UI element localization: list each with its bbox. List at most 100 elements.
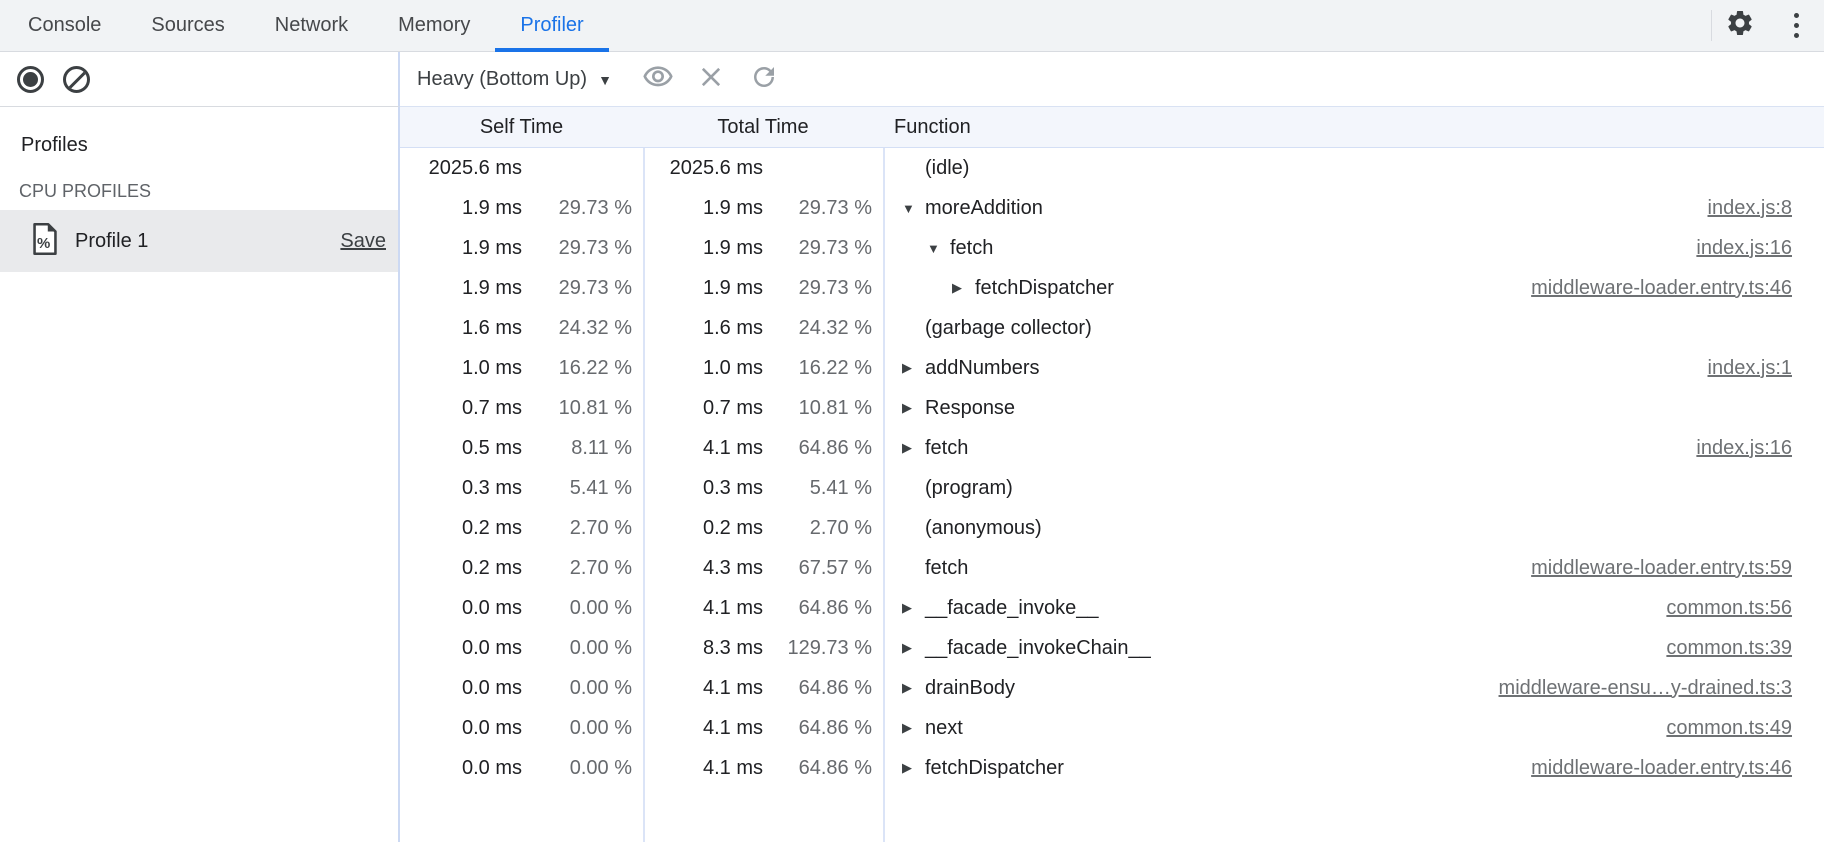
reload-button[interactable] <box>738 57 791 101</box>
total-ms: 1.0 ms <box>643 357 763 380</box>
total-time-cell: 4.1 ms 64.86 % <box>643 437 883 460</box>
table-row[interactable]: 1.0 ms 16.22 % 1.0 ms 16.22 % ▶ addNumbe… <box>400 348 1824 388</box>
tree-toggle-icon[interactable]: ▶ <box>902 680 925 696</box>
total-time-cell: 4.3 ms 67.57 % <box>643 557 883 580</box>
self-ms: 0.3 ms <box>400 477 522 500</box>
source-link[interactable]: common.ts:56 <box>1646 597 1792 620</box>
source-link[interactable]: common.ts:49 <box>1646 717 1792 740</box>
total-pct: 64.86 % <box>763 677 883 700</box>
function-name: Response <box>925 397 1015 420</box>
source-link[interactable]: index.js:1 <box>1688 357 1793 380</box>
tree-toggle-icon[interactable]: ▼ <box>927 241 950 256</box>
self-ms: 0.5 ms <box>400 437 522 460</box>
total-pct: 10.81 % <box>763 397 883 420</box>
tree-toggle-icon[interactable]: ▶ <box>952 280 975 296</box>
profiler-toolbar-right: Heavy (Bottom Up) ▼ <box>400 52 1824 107</box>
header-total-time[interactable]: Total Time <box>643 116 883 139</box>
sidebar-item-profile-1[interactable]: % Profile 1 Save <box>0 210 398 272</box>
source-link[interactable]: common.ts:39 <box>1646 637 1792 660</box>
table-row[interactable]: 0.0 ms 0.00 % 4.1 ms 64.86 % ▶ drainBody… <box>400 668 1824 708</box>
tree-toggle-icon[interactable]: ▶ <box>902 640 925 656</box>
delete-profile-button[interactable] <box>685 57 738 101</box>
total-ms: 0.2 ms <box>643 517 763 540</box>
header-self-time[interactable]: Self Time <box>400 116 643 139</box>
self-time-cell: 0.0 ms 0.00 % <box>400 677 643 700</box>
source-link[interactable]: index.js:16 <box>1676 437 1792 460</box>
tab-label: Memory <box>398 14 470 37</box>
tab-profiler[interactable]: Profiler <box>495 0 608 51</box>
self-pct: 10.81 % <box>522 397 643 420</box>
record-icon <box>17 66 44 93</box>
function-cell: fetch middleware-loader.entry.ts:59 <box>883 548 1824 588</box>
function-cell: ▶ Response <box>883 388 1824 428</box>
table-row[interactable]: 0.0 ms 0.00 % 4.1 ms 64.86 % ▶ fetchDisp… <box>400 748 1824 788</box>
tree-toggle-icon[interactable]: ▶ <box>902 720 925 736</box>
source-link[interactable]: middleware-ensu…y-drained.ts:3 <box>1479 677 1792 700</box>
table-row[interactable]: 1.9 ms 29.73 % 1.9 ms 29.73 % ▼ fetch in… <box>400 228 1824 268</box>
table-row[interactable]: 0.7 ms 10.81 % 0.7 ms 10.81 % ▶ Response <box>400 388 1824 428</box>
more-options-button[interactable] <box>1768 0 1824 51</box>
tab-memory[interactable]: Memory <box>373 0 495 51</box>
table-row[interactable]: 0.2 ms 2.70 % 0.2 ms 2.70 % (anonymous) <box>400 508 1824 548</box>
self-pct: 24.32 % <box>522 317 643 340</box>
profile-data-grid: Self Time Total Time Function 2025.6 ms … <box>400 107 1824 842</box>
total-time-cell: 1.9 ms 29.73 % <box>643 277 883 300</box>
self-ms: 1.9 ms <box>400 277 522 300</box>
total-time-cell: 4.1 ms 64.86 % <box>643 717 883 740</box>
self-pct: 29.73 % <box>522 197 643 220</box>
total-ms: 1.6 ms <box>643 317 763 340</box>
source-link[interactable]: middleware-loader.entry.ts:46 <box>1511 277 1792 300</box>
total-pct: 64.86 % <box>763 437 883 460</box>
source-link[interactable]: index.js:8 <box>1688 197 1793 220</box>
tree-toggle-icon[interactable]: ▶ <box>902 600 925 616</box>
table-row[interactable]: 0.0 ms 0.00 % 4.1 ms 64.86 % ▶ __facade_… <box>400 588 1824 628</box>
save-profile-link[interactable]: Save <box>340 230 386 253</box>
total-pct: 64.86 % <box>763 757 883 780</box>
tree-toggle-icon[interactable]: ▶ <box>902 400 925 416</box>
total-time-cell: 8.3 ms 129.73 % <box>643 637 883 660</box>
header-function[interactable]: Function <box>883 116 1824 139</box>
tree-toggle-icon[interactable]: ▶ <box>902 360 925 376</box>
clear-profiles-button[interactable] <box>63 66 90 93</box>
tab-sources[interactable]: Sources <box>126 0 249 51</box>
function-name: drainBody <box>925 677 1015 700</box>
source-link[interactable]: middleware-loader.entry.ts:59 <box>1511 557 1792 580</box>
settings-button[interactable] <box>1712 0 1768 51</box>
total-pct: 129.73 % <box>763 637 883 660</box>
record-button[interactable] <box>17 66 44 93</box>
function-name: (program) <box>925 477 1013 500</box>
view-mode-dropdown[interactable]: Heavy (Bottom Up) ▼ <box>417 68 612 91</box>
self-time-cell: 0.0 ms 0.00 % <box>400 717 643 740</box>
table-row[interactable]: 0.0 ms 0.00 % 8.3 ms 129.73 % ▶ __facade… <box>400 628 1824 668</box>
self-pct: 29.73 % <box>522 277 643 300</box>
table-row[interactable]: 2025.6 ms 2025.6 ms (idle) <box>400 148 1824 188</box>
table-row[interactable]: 0.0 ms 0.00 % 4.1 ms 64.86 % ▶ next comm… <box>400 708 1824 748</box>
eye-icon <box>642 61 674 98</box>
table-row[interactable]: 1.9 ms 29.73 % 1.9 ms 29.73 % ▼ moreAddi… <box>400 188 1824 228</box>
table-row[interactable]: 0.2 ms 2.70 % 4.3 ms 67.57 % fetch middl… <box>400 548 1824 588</box>
function-cell: ▶ fetchDispatcher middleware-loader.entr… <box>883 748 1824 788</box>
tree-toggle-icon[interactable]: ▶ <box>902 760 925 776</box>
table-row[interactable]: 0.3 ms 5.41 % 0.3 ms 5.41 % (program) <box>400 468 1824 508</box>
focus-preview-button[interactable] <box>632 57 685 101</box>
tab-console[interactable]: Console <box>3 0 126 51</box>
table-rows: 2025.6 ms 2025.6 ms (idle) 1.9 ms 29.73 … <box>400 148 1824 788</box>
self-time-cell: 2025.6 ms <box>400 157 643 180</box>
source-link[interactable]: index.js:16 <box>1676 237 1792 260</box>
self-ms: 0.0 ms <box>400 637 522 660</box>
chevron-down-icon: ▼ <box>598 72 612 88</box>
profile-document-icon: % <box>32 223 58 260</box>
source-link[interactable]: middleware-loader.entry.ts:46 <box>1511 757 1792 780</box>
table-row[interactable]: 0.5 ms 8.11 % 4.1 ms 64.86 % ▶ fetch ind… <box>400 428 1824 468</box>
function-name: next <box>925 717 963 740</box>
tree-toggle-icon[interactable]: ▼ <box>902 201 925 216</box>
self-pct: 16.22 % <box>522 357 643 380</box>
total-pct: 29.73 % <box>763 277 883 300</box>
table-row[interactable]: 1.6 ms 24.32 % 1.6 ms 24.32 % (garbage c… <box>400 308 1824 348</box>
tree-toggle-icon[interactable]: ▶ <box>902 440 925 456</box>
self-pct: 29.73 % <box>522 237 643 260</box>
table-row[interactable]: 1.9 ms 29.73 % 1.9 ms 29.73 % ▶ fetchDis… <box>400 268 1824 308</box>
function-cell: (anonymous) <box>883 508 1824 548</box>
tab-network[interactable]: Network <box>250 0 373 51</box>
total-time-cell: 0.7 ms 10.81 % <box>643 397 883 420</box>
